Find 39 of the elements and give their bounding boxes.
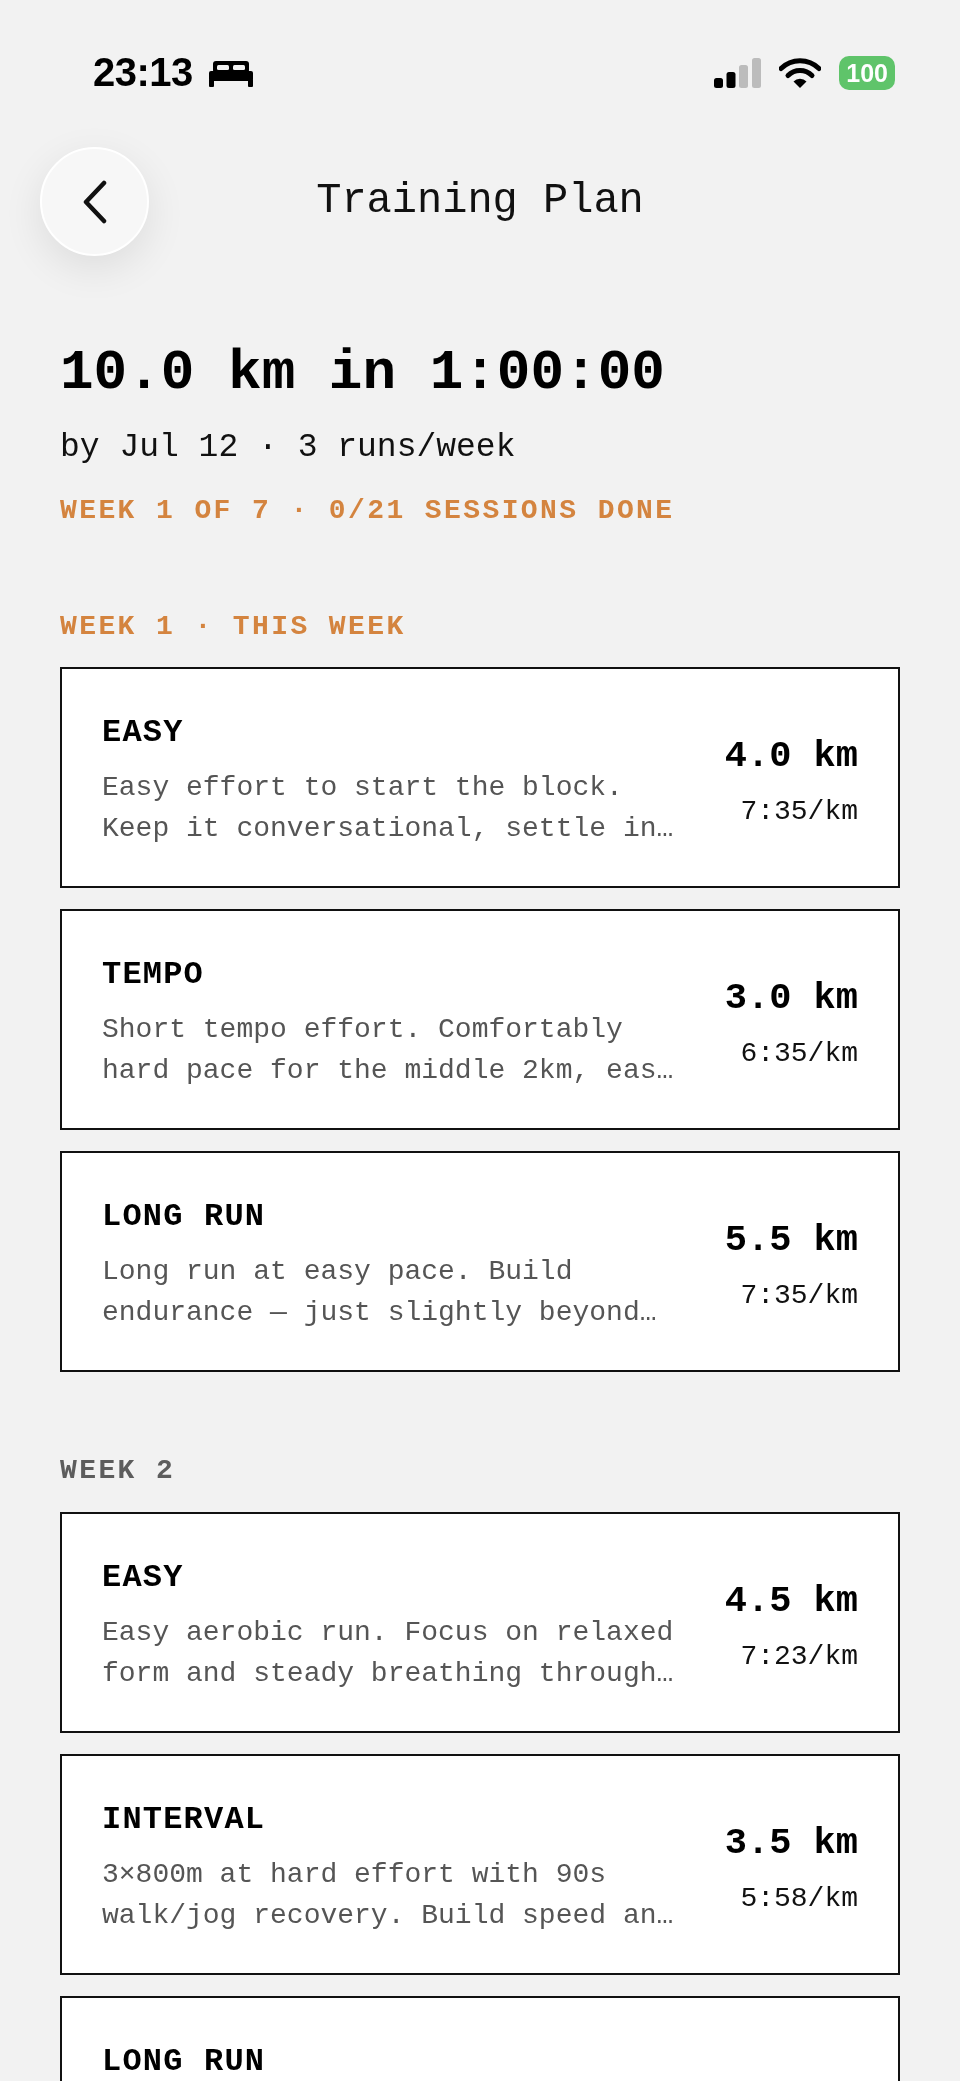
session-pace: 5:58/km	[739, 1881, 858, 1916]
wifi-icon	[779, 57, 822, 88]
signal-icon	[714, 57, 762, 88]
session-type: LONG RUN	[102, 1199, 267, 1236]
session-type: LONG RUN	[102, 2043, 267, 2080]
session-card[interactable]: EASY Easy aerobic run. Focus on relaxed form and steady breathing through… 4.5 km 7:23/km	[60, 1511, 900, 1733]
session-card[interactable]: INTERVAL 3×800m at hard effort with 90s walk/jog recovery. Build speed an… 3.5 km 5:58/km	[60, 1753, 900, 1975]
session-distance: 3.5 km	[724, 1820, 858, 1865]
session-distance: 3.0 km	[724, 976, 858, 1021]
week-label: WEEK 1 · THIS WEEK	[60, 609, 407, 644]
session-card[interactable]: LONG RUN	[60, 1995, 900, 2081]
session-pace: 6:35/km	[739, 1037, 858, 1072]
session-card[interactable]: LONG RUN Long run at easy pace. Build endurance — just slightly beyond… 5.5 km 7:35/km	[60, 1151, 900, 1373]
session-type: EASY	[102, 1559, 185, 1596]
session-type: TEMPO	[102, 957, 205, 994]
goal-subtitle: by Jul 12 · 3 runs/week	[60, 428, 517, 469]
status-time: 23:13	[93, 50, 193, 95]
chevron-left-icon	[82, 179, 107, 224]
page-title: Training Plan	[315, 176, 645, 227]
session-distance: 5.5 km	[724, 1218, 858, 1263]
session-pace: 7:35/km	[739, 795, 858, 830]
session-card[interactable]: TEMPO Short tempo effort. Comfortably hard pace for the middle 2km, eas… 3.0 km 6:35/km	[60, 909, 900, 1131]
session-distance: 4.5 km	[724, 1578, 858, 1623]
battery-indicator: 100	[839, 55, 895, 90]
session-description: Easy aerobic run. Focus on relaxed form and steady breathing through…	[102, 1615, 675, 1691]
session-description: Short tempo effort. Comfortably hard pace for the middle 2km, eas…	[102, 1013, 675, 1089]
session-description: Easy effort to start the block. Keep it conversational, settle in…	[102, 771, 675, 847]
week-label: WEEK 2	[60, 1454, 177, 1488]
session-card[interactable]: EASY Easy effort to start the block. Keep it conversational, settle in… 4.0 km 7:35/km	[60, 667, 900, 889]
session-type: INTERVAL	[102, 1801, 267, 1838]
session-description: Long run at easy pace. Build endurance — just slightly beyond…	[102, 1255, 658, 1331]
session-type: EASY	[102, 715, 185, 752]
progress-summary: WEEK 1 OF 7 · 0/21 SESSIONS DONE	[60, 494, 676, 528]
session-pace: 7:35/km	[739, 1279, 858, 1314]
session-distance: 4.0 km	[724, 734, 858, 779]
session-pace: 7:23/km	[739, 1639, 858, 1674]
bed-icon	[208, 58, 253, 87]
goal-title: 10.0 km in 1:00:00	[60, 340, 666, 407]
session-description: 3×800m at hard effort with 90s walk/jog recovery. Build speed an…	[102, 1857, 675, 1933]
